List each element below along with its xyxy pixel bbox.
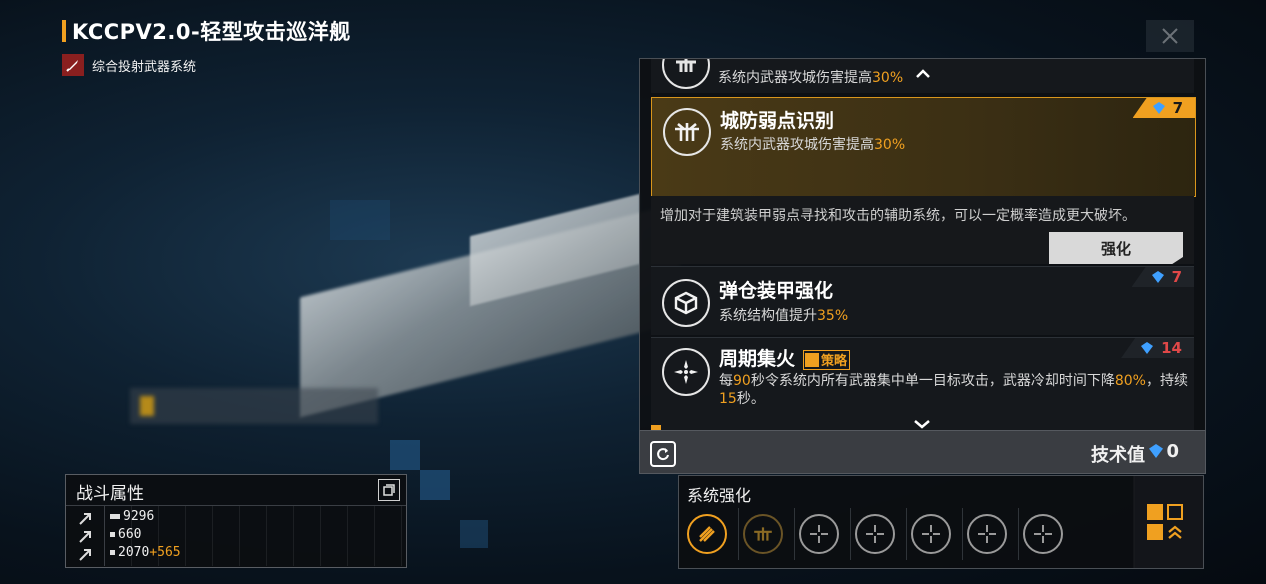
- skill-card-siege-weakness[interactable]: 7 城防弱点识别 系统内武器攻城伤害提高30%: [651, 97, 1196, 197]
- skill-name: 周期集火: [719, 348, 796, 370]
- bg-tile: [460, 520, 488, 548]
- attack-stat-icon: [78, 511, 92, 525]
- skill-row-prev[interactable]: 系统内武器攻城伤害提高30%: [640, 59, 1205, 94]
- ship-title-bar: KCCPV2.0-轻型攻击巡洋舰: [62, 18, 351, 44]
- crosshair-skill-icon: [663, 108, 711, 156]
- bg-tile: [390, 440, 420, 470]
- skill-name: 弹仓装甲强化: [719, 280, 834, 302]
- system-slot[interactable]: [850, 508, 899, 560]
- crosshair-skill-icon: [662, 59, 710, 89]
- combat-stats-panel: 战斗属性 9296 660 2070+565: [65, 474, 407, 568]
- system-slot[interactable]: [1018, 508, 1067, 560]
- skill-prev-desc: 系统内武器攻城伤害提高30%: [718, 70, 904, 86]
- empty-slot-icon: [967, 514, 1007, 554]
- strategy-tag-icon: [805, 352, 820, 367]
- system-slot[interactable]: [738, 508, 787, 560]
- system-slot[interactable]: [683, 508, 731, 560]
- bg-tile: [420, 470, 450, 500]
- expand-icon: [383, 484, 395, 496]
- skill-name-row: 周期集火 策略: [719, 344, 851, 371]
- empty-slot-icon: [1023, 514, 1063, 554]
- scroll-up-icon[interactable]: [915, 65, 931, 84]
- crosshair-slot-icon: [743, 514, 783, 554]
- ship-title: KCCPV2.0-轻型攻击巡洋舰: [72, 20, 351, 44]
- tech-gem-icon: [1141, 342, 1154, 354]
- stat-row: 9296: [110, 509, 154, 524]
- weapon-system-name: 综合投射武器系统: [92, 59, 197, 75]
- tech-points-label: 技术值: [1091, 445, 1145, 466]
- missile-slot-icon: [687, 514, 727, 554]
- skill-cost-badge: 7: [1131, 267, 1194, 287]
- system-slot[interactable]: [962, 508, 1011, 560]
- system-slot[interactable]: [906, 508, 955, 560]
- system-upgrade-panel: 系统强化: [678, 475, 1135, 569]
- skill-short-desc: 系统结构值提升35%: [719, 308, 849, 324]
- focus-fire-skill-icon: [662, 348, 710, 396]
- upgrade-button[interactable]: 强化: [1049, 232, 1183, 264]
- strategy-tag: 策略: [803, 349, 851, 370]
- skill-short-desc: 每90秒令系统内所有武器集中单一目标攻击，武器冷却时间下降80%，持续15秒。: [719, 373, 1188, 407]
- empty-slot-icon: [799, 514, 839, 554]
- range-stat-icon: [78, 529, 92, 543]
- empty-slot-icon: [855, 514, 895, 554]
- title-accent: [62, 20, 66, 42]
- skill-cost-value: 14: [1161, 339, 1182, 357]
- skill-card-periodic-focus-fire[interactable]: 14 周期集火 策略 每90秒令系统内所有武器集中单一目标攻击，武器冷却时间下降8…: [651, 337, 1194, 426]
- skill-cost-value: 7: [1171, 268, 1182, 286]
- tech-points-bar: 技术值 0: [639, 430, 1206, 474]
- skill-long-desc: 增加对于建筑装甲弱点寻找和攻击的辅助系统，可以一定概率造成更大破坏。: [660, 208, 1136, 224]
- expand-button[interactable]: [378, 479, 400, 501]
- skill-cost-badge: 7: [1132, 98, 1195, 118]
- skill-card-magazine-armor[interactable]: 7 弹仓装甲强化 系统结构值提升35%: [651, 266, 1194, 335]
- system-slot[interactable]: [794, 508, 843, 560]
- system-upgrade-title: 系统强化: [687, 486, 752, 505]
- stat-icon-column: [66, 506, 105, 566]
- missile-icon: [62, 54, 84, 76]
- stat-row: 2070+565: [110, 545, 181, 560]
- system-grid-toggle[interactable]: [1133, 475, 1204, 569]
- skill-name: 城防弱点识别: [720, 110, 835, 132]
- refresh-button[interactable]: [650, 441, 676, 467]
- stat-row: 660: [110, 527, 141, 542]
- skill-cost-badge: 14: [1121, 338, 1194, 358]
- system-slot-row: [683, 508, 1074, 560]
- close-icon: [1162, 28, 1178, 44]
- empty-slot-icon: [911, 514, 951, 554]
- skill-cost-value: 7: [1172, 99, 1183, 117]
- blurred-info-panel: [130, 388, 378, 424]
- weapon-system-label: 综合投射武器系统: [62, 54, 196, 76]
- tech-points-value: 0: [1166, 441, 1179, 462]
- armor-box-skill-icon: [662, 279, 710, 327]
- skill-short-desc: 系统内武器攻城伤害提高30%: [720, 137, 906, 153]
- tech-gem-icon: [1151, 271, 1164, 283]
- close-button[interactable]: [1146, 20, 1194, 52]
- siege-stat-icon: [78, 547, 92, 561]
- skill-detail-box: 增加对于建筑装甲弱点寻找和攻击的辅助系统，可以一定概率造成更大破坏。 强化: [651, 196, 1194, 264]
- combat-stats-title: 战斗属性: [76, 484, 144, 504]
- combat-stats-header: 战斗属性: [66, 475, 406, 506]
- tech-gem-icon: [1149, 444, 1163, 458]
- refresh-icon: [657, 448, 669, 461]
- skill-list-panel[interactable]: 系统内武器攻城伤害提高30% 7 城防弱点识别 系统内武器攻城伤害提高30% 增…: [639, 58, 1206, 432]
- tech-gem-icon: [1152, 102, 1165, 114]
- bg-tile: [330, 200, 390, 240]
- grid-upgrade-icon: [1147, 504, 1185, 542]
